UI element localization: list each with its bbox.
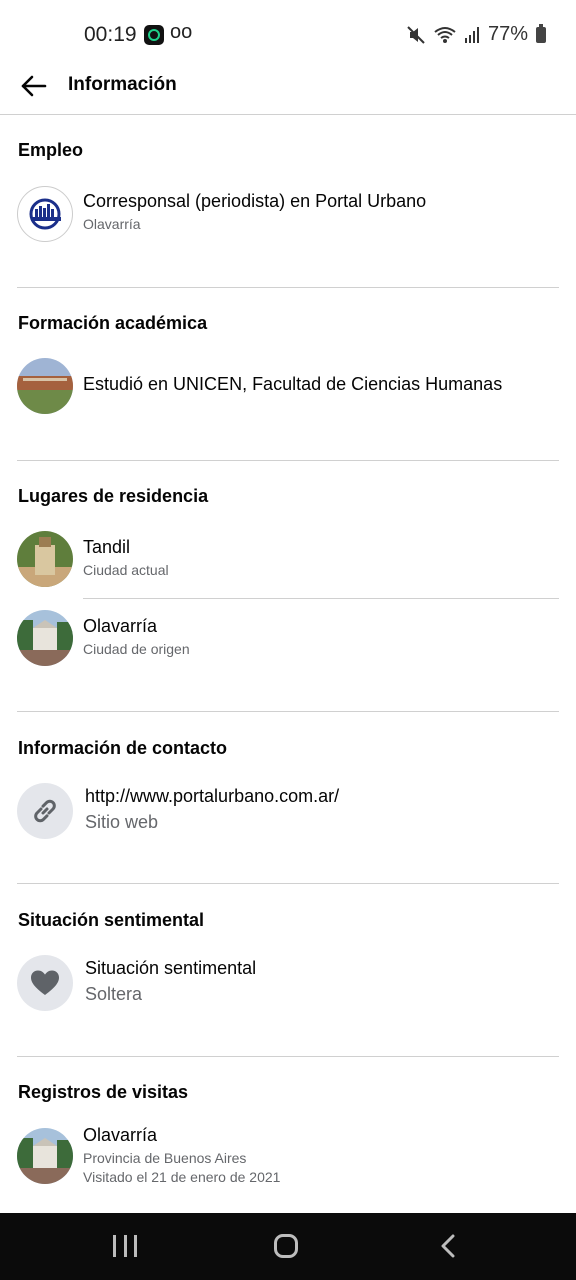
wifi-icon [434,26,456,43]
divider [17,287,559,288]
visit-date: Visitado el 21 de enero de 2021 [83,1169,281,1185]
education-link[interactable]: Estudió en UNICEN, Facultad de Ciencias … [83,374,502,395]
page-title: Información [68,74,177,95]
back-arrow-icon [21,75,47,97]
section-title-sentimental: Situación sentimental [18,910,205,930]
section-title-contacto: Información de contacto [18,738,228,758]
chevron-left-icon [441,1234,455,1258]
olavarria-photo[interactable] [17,610,73,666]
section-title-formacion: Formación académica [18,313,208,333]
back-button[interactable] [18,70,50,102]
app-notification-icon [144,25,164,45]
battery-icon [536,23,546,43]
divider [17,711,559,712]
job-title-link[interactable]: Corresponsal (periodista) en Portal Urba… [83,191,426,212]
mute-icon [407,25,425,44]
home-button[interactable] [274,1234,298,1258]
divider [17,883,559,884]
recents-button[interactable] [113,1235,137,1259]
visit-place-link[interactable]: Olavarría [83,1125,157,1146]
battery-percent: 77% [487,23,528,45]
divider [83,598,559,599]
link-icon-circle [17,783,73,839]
link-icon [34,799,56,823]
job-location: Olavarría [83,216,141,232]
website-link[interactable]: http://www.portalurbano.com.ar/ [85,786,339,807]
section-title-visitas: Registros de visitas [18,1082,189,1102]
relationship-label: Situación sentimental [85,958,257,978]
section-title-empleo: Empleo [18,140,84,160]
heart-icon-circle [17,955,73,1011]
portal-urbano-logo[interactable] [17,186,73,242]
status-icons: 77% [406,23,546,46]
residence-current-label: Ciudad actual [83,562,169,578]
olavarria-visit-photo[interactable] [17,1128,73,1184]
unicen-photo[interactable] [17,358,73,414]
signal-icon [464,26,479,43]
top-header: Información [0,60,576,115]
divider [17,1056,559,1057]
status-time: 00:19 [84,23,137,46]
tandil-photo[interactable] [17,531,73,587]
heart-icon [31,970,59,995]
voicemail-icon: oo [170,21,193,43]
relationship-value: Soltera [85,984,143,1004]
divider [17,460,559,461]
nav-back-button[interactable] [438,1234,458,1258]
section-title-residencia: Lugares de residencia [18,486,209,506]
residence-origin-label: Ciudad de origen [83,641,190,657]
visit-province: Provincia de Buenos Aires [83,1150,247,1166]
residence-current-link[interactable]: Tandil [83,537,130,558]
system-nav-bar [0,1213,576,1280]
website-label: Sitio web [85,812,159,832]
residence-origin-link[interactable]: Olavarría [83,616,157,637]
